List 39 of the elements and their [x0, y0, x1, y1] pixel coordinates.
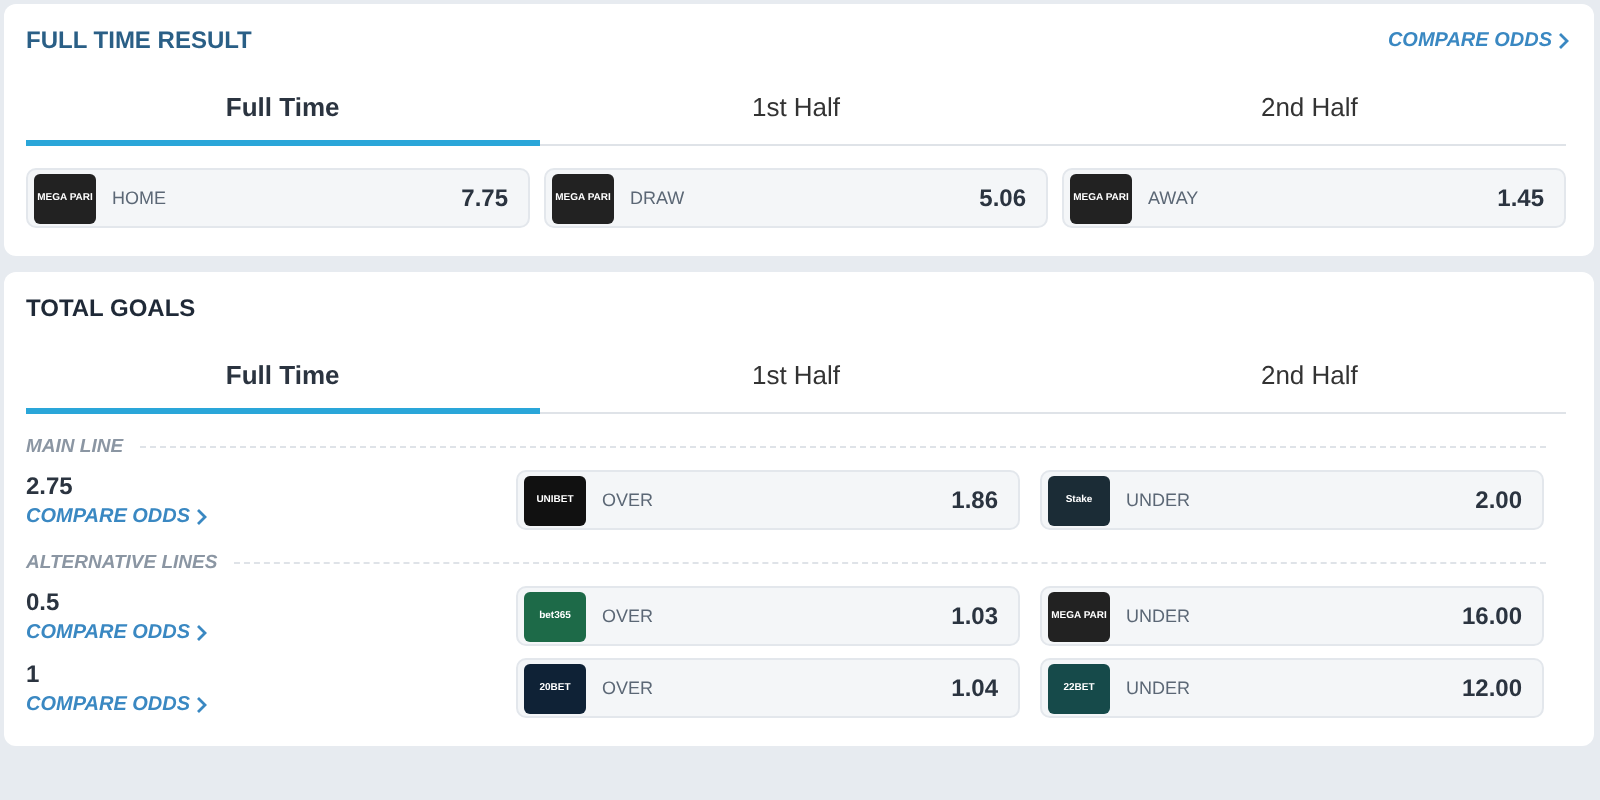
odds-value: 1.45	[1497, 184, 1544, 212]
line-value: 2.75	[26, 472, 73, 500]
odds-value: 2.00	[1475, 486, 1522, 514]
outcome-label: UNDER	[1126, 678, 1193, 698]
market-title: FULL TIME RESULT	[26, 26, 252, 54]
period-tab[interactable]: Full Time	[26, 360, 540, 414]
line-value: 1	[26, 660, 40, 688]
odds-value: 12.00	[1461, 674, 1522, 702]
period-tab[interactable]: 2nd Half	[1052, 92, 1567, 146]
outcome-label: OVER	[602, 490, 656, 510]
outcome-label: AWAY	[1148, 188, 1201, 208]
outcome-label: DRAW	[630, 188, 687, 208]
compare-odds-link[interactable]: COMPARE ODDS	[26, 506, 209, 528]
period-tab[interactable]: Full Time	[26, 92, 540, 146]
group-label: MAIN LINE	[26, 436, 124, 458]
outcome-label: OVER	[602, 606, 656, 626]
odds-value: 5.06	[979, 184, 1026, 212]
odds-value: 16.00	[1461, 602, 1522, 630]
outcome-label: UNDER	[1126, 606, 1193, 626]
odds-value: 1.86	[951, 486, 998, 514]
period-tab[interactable]: 1st Half	[539, 360, 1053, 414]
chevron-icon	[196, 624, 209, 642]
odds-value: 1.03	[951, 602, 998, 630]
odds-value: 1.04	[951, 674, 998, 702]
outcome-label: UNDER	[1126, 490, 1193, 510]
period-tab[interactable]: 2nd Half	[1052, 360, 1567, 414]
compare-odds-link[interactable]: COMPARE ODDS	[26, 622, 209, 644]
market-title: TOTAL GOALS	[26, 294, 196, 322]
chevron-icon	[196, 696, 209, 714]
chevron-icon	[1558, 31, 1570, 49]
compare-odds-link[interactable]: COMPARE ODDS	[26, 694, 209, 716]
group-label: ALTERNATIVE LINES	[26, 552, 218, 574]
period-tab[interactable]: 1st Half	[539, 92, 1053, 146]
chevron-icon	[196, 508, 209, 526]
odds-value: 7.75	[461, 184, 508, 212]
compare-odds-link[interactable]: COMPARE ODDS	[1387, 29, 1570, 51]
outcome-label: HOME	[112, 188, 168, 208]
line-value: 0.5	[26, 588, 60, 616]
outcome-label: OVER	[602, 678, 656, 698]
